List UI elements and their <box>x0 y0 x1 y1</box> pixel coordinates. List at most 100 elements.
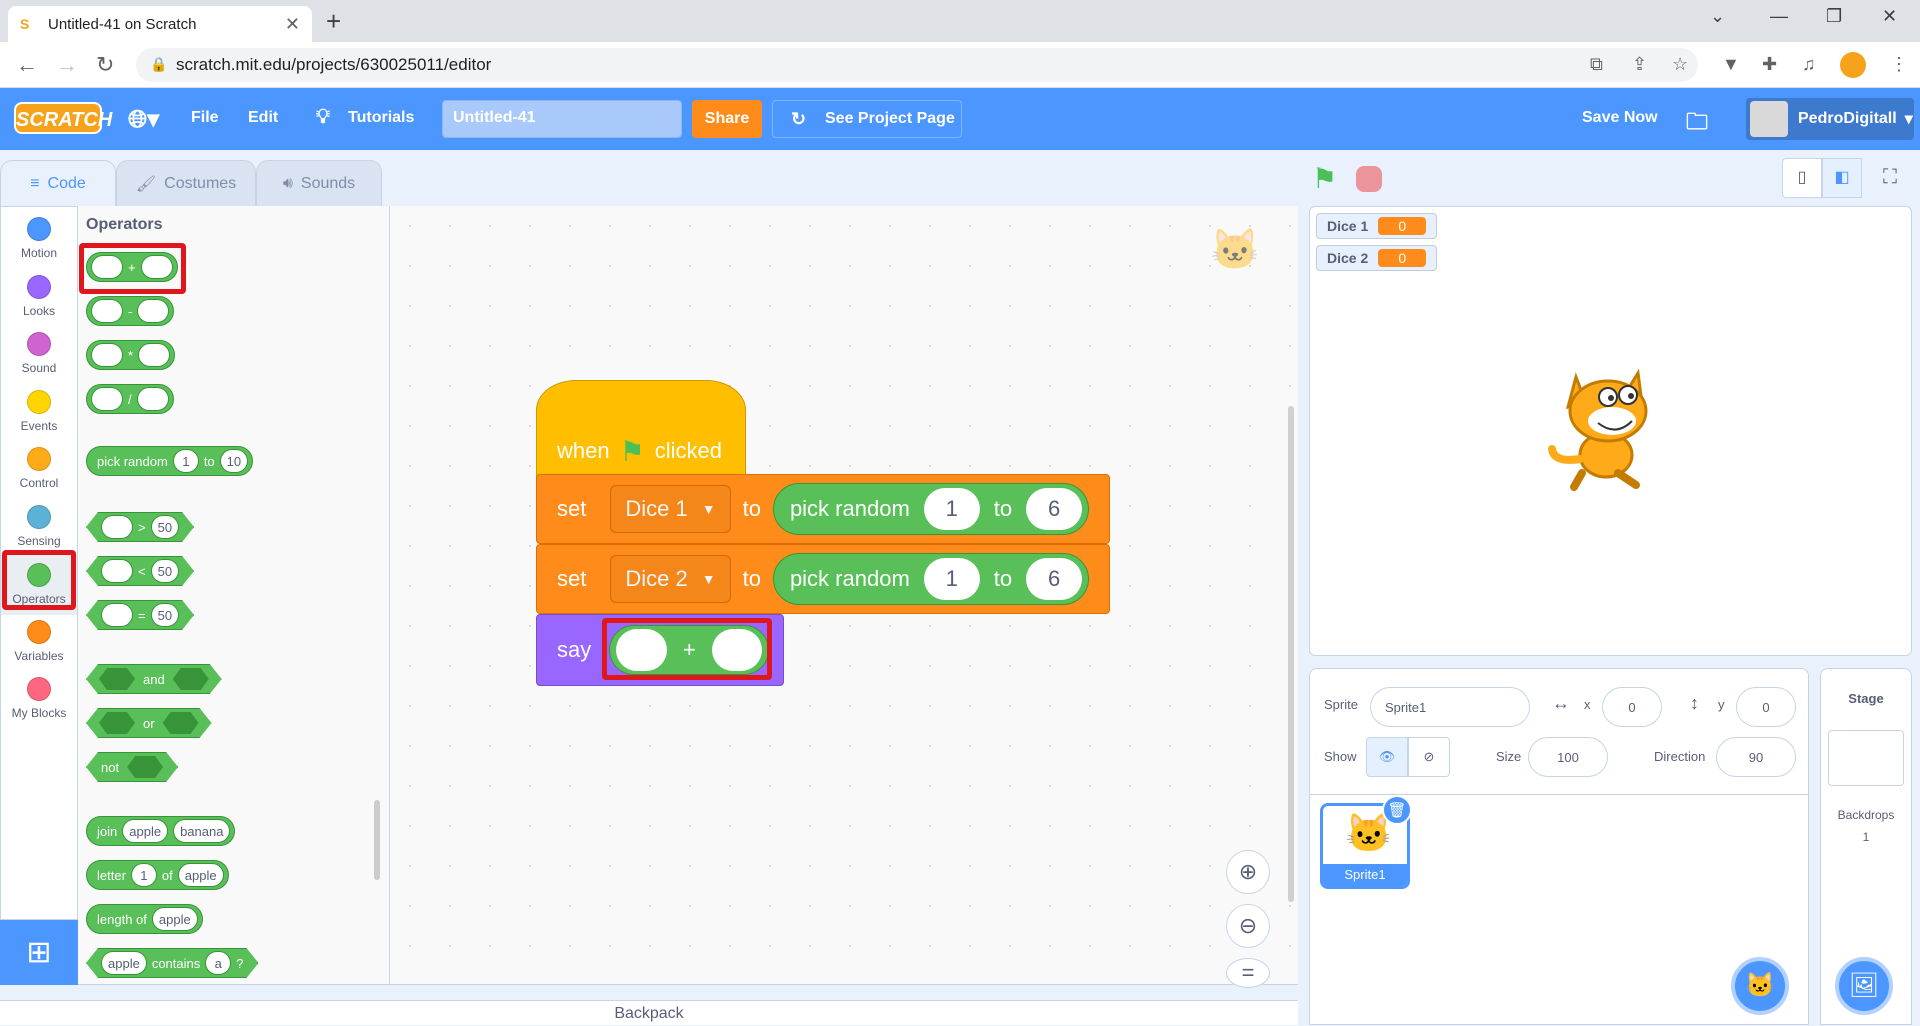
y-input[interactable]: 0 <box>1736 687 1796 727</box>
palette-block-not[interactable]: not <box>86 752 178 782</box>
slot[interactable] <box>137 299 170 323</box>
variable-dropdown[interactable]: Dice 2 ▼ <box>610 555 731 603</box>
cat-sprite-icon[interactable] <box>1546 363 1682 491</box>
palette-block-greater-than[interactable]: >50 <box>86 512 194 542</box>
slot[interactable] <box>101 603 133 627</box>
palette-block-and[interactable]: and <box>86 664 222 694</box>
tab-sounds[interactable]: 🔊︎ Sounds <box>256 160 382 206</box>
slot[interactable] <box>91 343 123 367</box>
pick-random-reporter[interactable]: pick random 1 to 6 <box>772 553 1090 605</box>
from-input[interactable]: 1 <box>923 558 980 600</box>
forward-icon[interactable]: → <box>56 52 78 78</box>
choose-backdrop-button[interactable]: 🖼︎ <box>1835 957 1893 1015</box>
set-variable-block-2[interactable]: set Dice 2 ▼ to pick random 1 to 6 <box>536 544 1110 614</box>
tutorials-button[interactable]: Tutorials <box>348 109 414 127</box>
language-globe-icon[interactable]: 🌐︎▾ <box>128 105 159 134</box>
slot[interactable]: 10 <box>219 449 249 473</box>
my-stuff-folder-icon[interactable]: 🗀 <box>1686 105 1708 143</box>
share-page-icon[interactable]: ⇪ <box>1632 54 1647 75</box>
profile-avatar[interactable] <box>1840 52 1866 78</box>
hex-slot[interactable] <box>127 756 163 778</box>
zoom-reset-button[interactable]: = <box>1226 958 1270 988</box>
delete-sprite-icon[interactable]: 🗑︎ <box>1382 795 1412 825</box>
stop-sign-icon[interactable] <box>1356 166 1382 192</box>
palette-block-pick-random[interactable]: pick random 1 to 10 <box>86 446 254 476</box>
when-flag-clicked-block[interactable]: when ⚑ clicked <box>536 380 746 488</box>
category-motion[interactable]: Motion <box>1 217 77 260</box>
slot[interactable]: apple <box>101 951 147 975</box>
from-input[interactable]: 1 <box>923 488 980 530</box>
fullscreen-icon[interactable]: ⛶ <box>1870 158 1910 198</box>
share-button[interactable]: Share <box>692 100 762 138</box>
hex-slot[interactable] <box>173 668 209 690</box>
media-icon[interactable]: ♫ <box>1802 54 1816 75</box>
hide-eye-icon[interactable]: ⊘ <box>1408 737 1450 777</box>
slot[interactable]: 50 <box>151 515 179 539</box>
palette-block-subtract[interactable]: - <box>86 296 175 326</box>
project-title-input[interactable]: Untitled-41 <box>442 100 682 138</box>
to-input[interactable]: 6 <box>1026 488 1083 530</box>
hex-slot[interactable] <box>99 712 135 734</box>
palette-scrollbar[interactable] <box>374 800 380 880</box>
bookmark-star-icon[interactable]: ☆ <box>1672 54 1688 75</box>
pick-random-reporter[interactable]: pick random 1 to 6 <box>772 483 1090 535</box>
tab-code[interactable]: ≡ Code <box>0 160 116 206</box>
close-tab-icon[interactable]: ✕ <box>285 14 300 35</box>
browser-menu-icon[interactable]: ⋮ <box>1890 54 1908 75</box>
account-menu[interactable]: PedroDigitall ▾ <box>1746 98 1914 140</box>
translate-icon[interactable]: ⧉ <box>1590 54 1603 75</box>
set-variable-block-1[interactable]: set Dice 1 ▼ to pick random 1 to 6 <box>536 474 1110 544</box>
new-tab-icon[interactable]: + <box>326 6 341 37</box>
palette-block-contains[interactable]: apple contains a? <box>86 948 258 978</box>
palette-block-multiply[interactable]: * <box>86 340 176 370</box>
category-control[interactable]: Control <box>1 447 77 490</box>
puzzle-extensions-icon[interactable]: ✚ <box>1762 54 1777 75</box>
slot[interactable]: 50 <box>151 603 179 627</box>
back-icon[interactable]: ← <box>16 52 38 78</box>
backpack-bar[interactable]: Backpack <box>0 1000 1298 1025</box>
slot[interactable] <box>101 559 133 583</box>
to-input[interactable]: 6 <box>1026 558 1083 600</box>
restore-icon[interactable]: ❐ <box>1826 6 1842 27</box>
zoom-out-button[interactable]: ⊖ <box>1226 904 1270 948</box>
category-my-blocks[interactable]: My Blocks <box>1 677 77 720</box>
palette-block-or[interactable]: or <box>86 708 212 738</box>
zoom-in-button[interactable]: ⊕ <box>1226 850 1270 894</box>
slot[interactable] <box>136 387 169 411</box>
slot[interactable]: 50 <box>151 559 179 583</box>
slot[interactable]: apple <box>177 863 224 887</box>
slot[interactable]: 1 <box>130 863 157 887</box>
category-sound[interactable]: Sound <box>1 332 77 375</box>
palette-block-divide[interactable]: / <box>86 384 174 414</box>
stage-canvas[interactable]: Dice 1 0 Dice 2 0 <box>1309 206 1912 656</box>
save-now-button[interactable]: Save Now <box>1582 109 1658 127</box>
variable-dropdown[interactable]: Dice 1 ▼ <box>610 485 731 533</box>
slot[interactable] <box>138 343 171 367</box>
choose-sprite-button[interactable]: 🐱 <box>1731 957 1789 1015</box>
slot[interactable] <box>91 299 123 323</box>
file-menu[interactable]: File <box>191 109 219 127</box>
edit-menu[interactable]: Edit <box>248 109 278 127</box>
hex-slot[interactable] <box>163 712 199 734</box>
see-project-page-button[interactable]: ↻ See Project Page <box>772 100 962 138</box>
sprite-name-input[interactable]: Sprite1 <box>1370 687 1530 727</box>
workspace-scrollbar[interactable] <box>1288 406 1294 902</box>
reload-icon[interactable]: ↻ <box>96 52 114 78</box>
add-extension-button[interactable]: ⊞ <box>0 920 78 985</box>
category-looks[interactable]: Looks <box>1 275 77 318</box>
direction-input[interactable]: 90 <box>1716 737 1796 777</box>
palette-block-equals[interactable]: = 50 <box>86 600 194 630</box>
normal-stage-icon[interactable]: ◧ <box>1822 158 1862 198</box>
slot[interactable]: a <box>205 951 231 975</box>
minimize-icon[interactable]: — <box>1770 6 1788 27</box>
small-stage-icon[interactable]: ▯ <box>1782 158 1822 198</box>
palette-block-letter-of[interactable]: letter 1 of apple <box>86 860 229 890</box>
palette-block-less-than[interactable]: <50 <box>86 556 194 586</box>
backdrop-thumbnail[interactable] <box>1828 730 1904 786</box>
scratch-logo[interactable]: SCRATCH <box>14 102 112 134</box>
x-input[interactable]: 0 <box>1602 687 1662 727</box>
extension-icon[interactable]: ▼ <box>1722 54 1740 75</box>
category-sensing[interactable]: Sensing <box>1 505 77 548</box>
hex-slot[interactable] <box>99 668 135 690</box>
tab-search-icon[interactable]: ⌄ <box>1710 6 1725 27</box>
